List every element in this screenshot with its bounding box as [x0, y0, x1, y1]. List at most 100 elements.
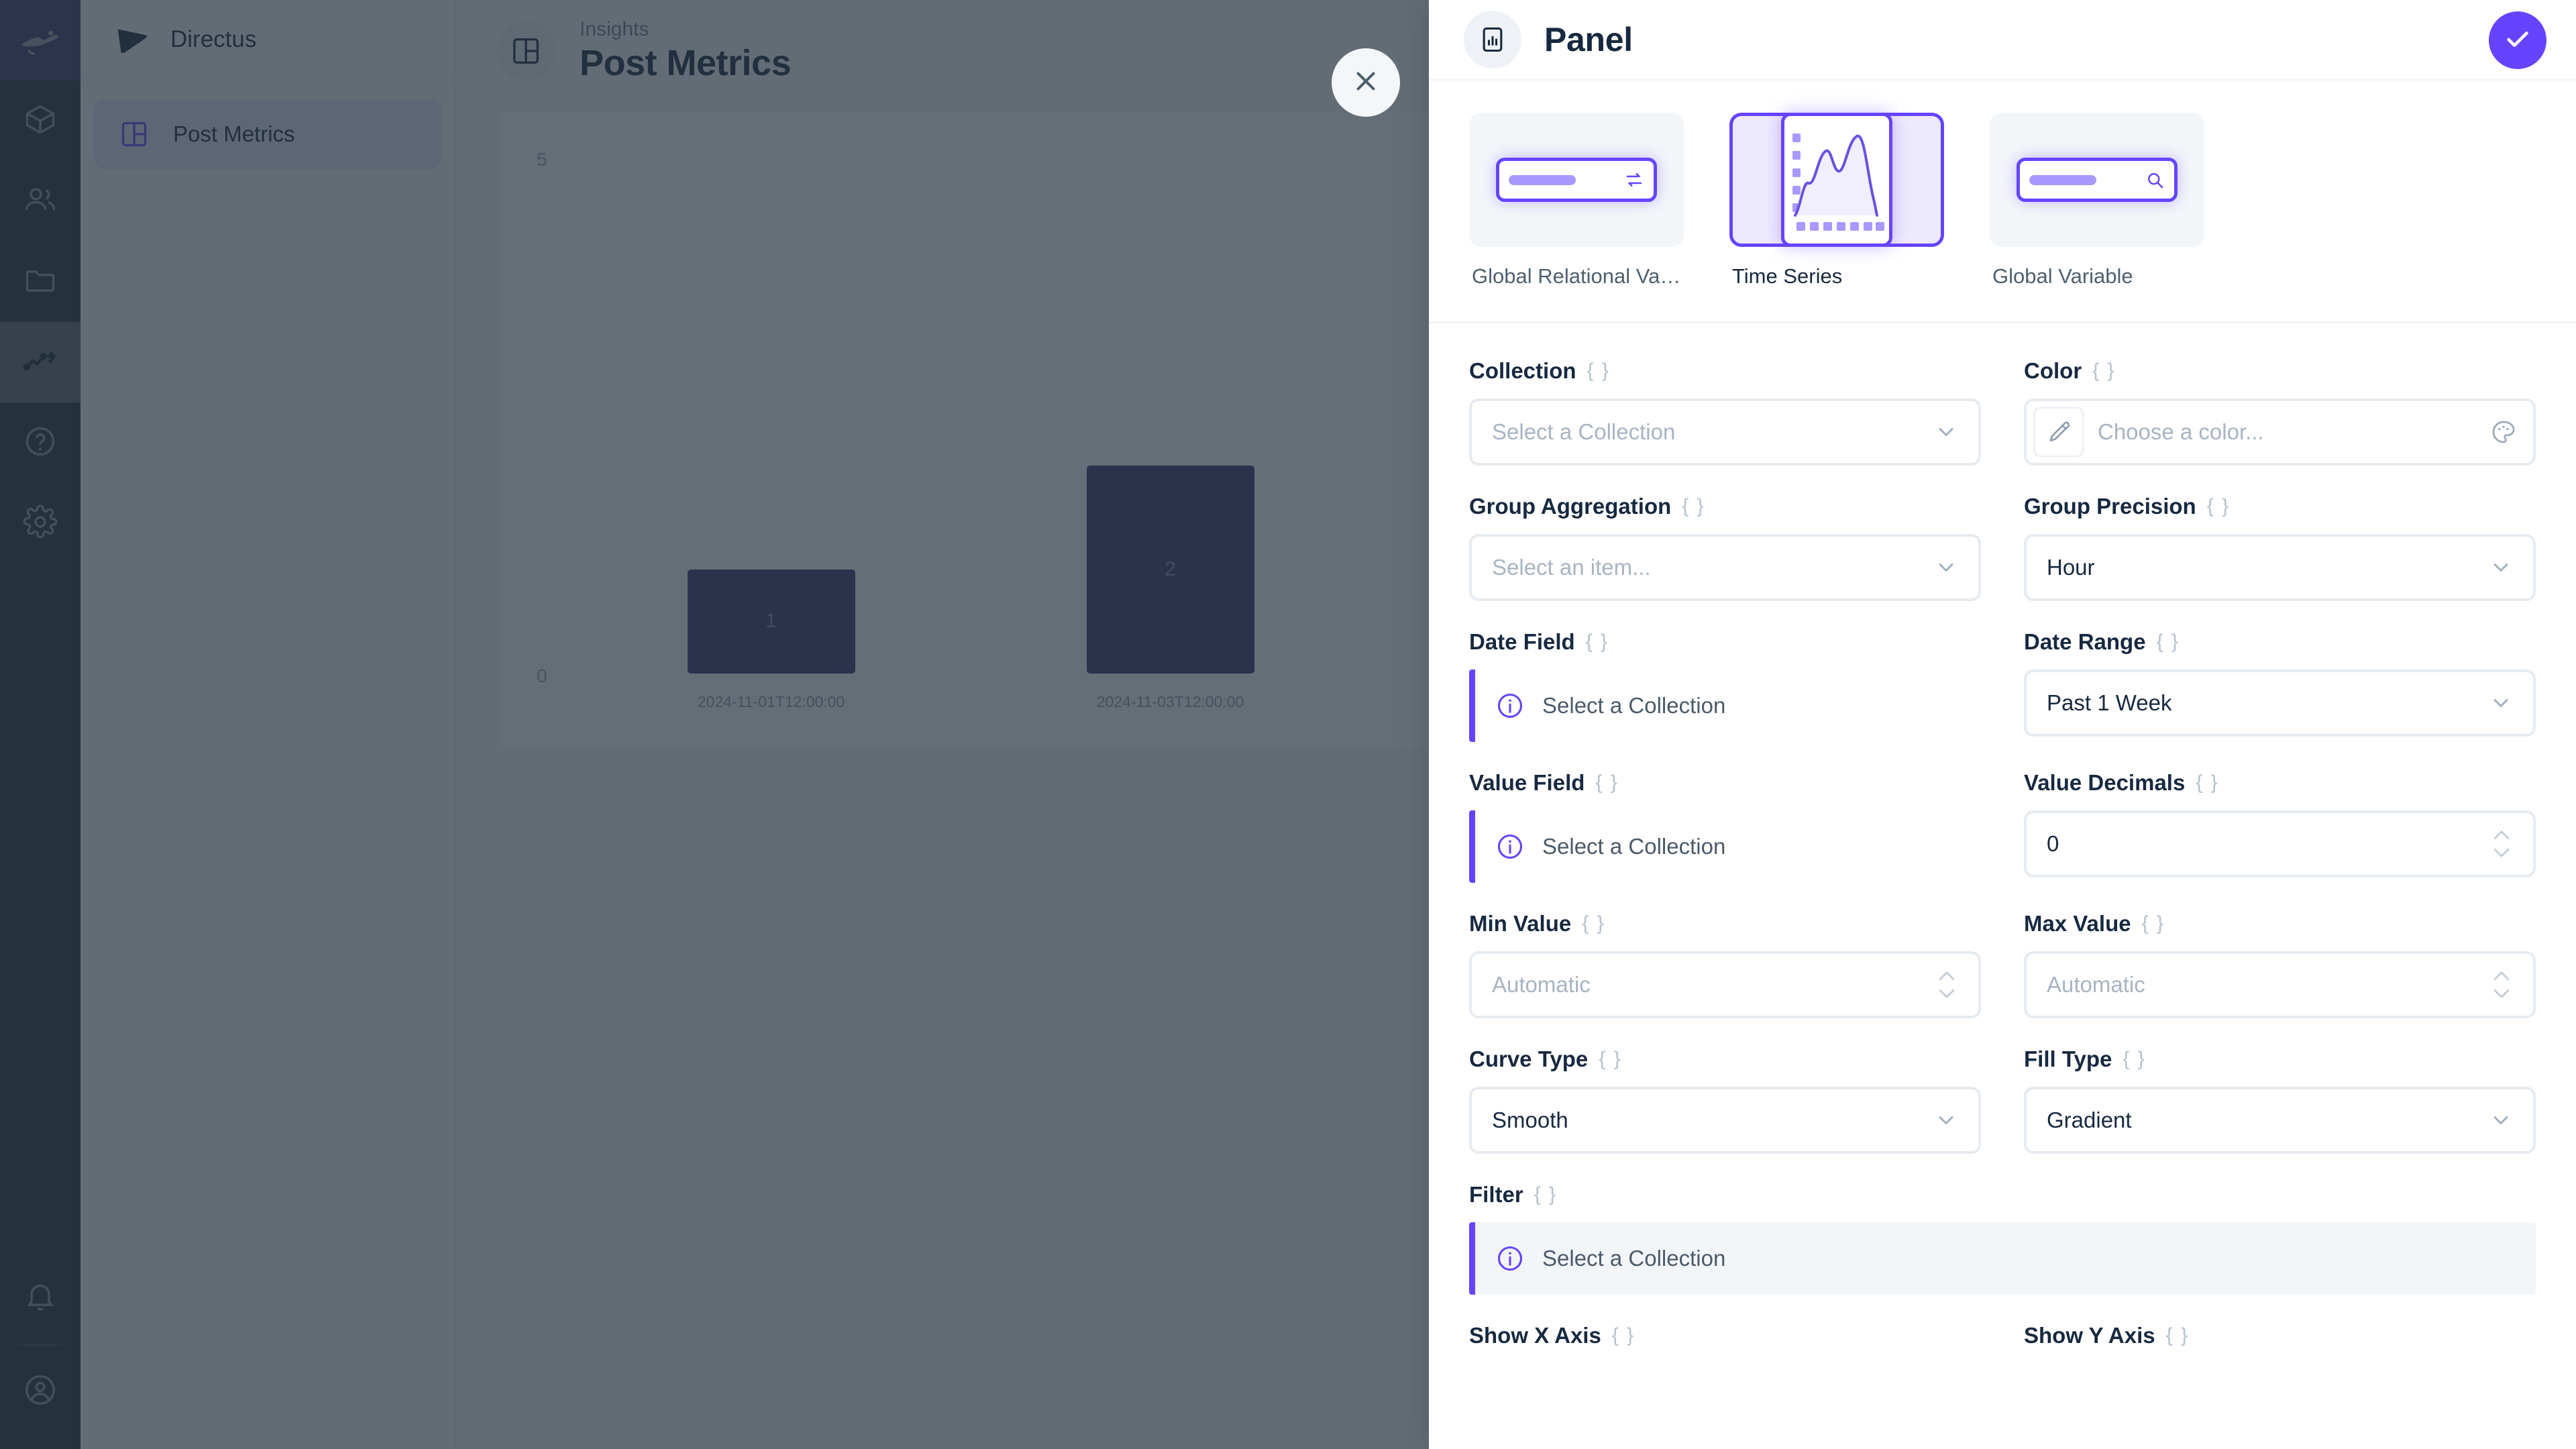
- braces-icon[interactable]: { }: [1587, 360, 1610, 382]
- people-icon: [23, 182, 58, 221]
- chevron-down-icon: [2489, 1108, 2513, 1132]
- panel-type-global-variable[interactable]: Global Variable: [1990, 113, 2204, 288]
- field-label: Color { }: [2024, 358, 2536, 384]
- value-decimals-input[interactable]: 0: [2024, 810, 2536, 877]
- stepper-down-icon[interactable]: [2490, 846, 2513, 861]
- panel-drawer: Panel G: [1429, 0, 2576, 1449]
- group-precision-value: Hour: [2047, 555, 2095, 580]
- braces-icon[interactable]: { }: [1595, 771, 1618, 794]
- close-button[interactable]: [1332, 48, 1400, 117]
- module-item-notifications[interactable]: [0, 1258, 80, 1339]
- x-axis-tick: 2024-11-03T12:00:00: [1097, 693, 1244, 711]
- field-label: Fill Type { }: [2024, 1046, 2536, 1072]
- label-text: Group Aggregation: [1469, 494, 1671, 519]
- info-circle-icon: [1495, 832, 1525, 861]
- max-value-input[interactable]: Automatic: [2024, 951, 2536, 1018]
- value-field-notice: Select a Collection: [1469, 810, 1981, 883]
- braces-icon[interactable]: { }: [1586, 631, 1609, 653]
- braces-icon[interactable]: { }: [2123, 1048, 2145, 1071]
- field-label: Group Aggregation { }: [1469, 494, 1981, 519]
- color-input[interactable]: Choose a color...: [2024, 398, 2536, 466]
- stepper-arrows-icon[interactable]: [2490, 827, 2513, 861]
- module-bar: [0, 0, 80, 1449]
- field-collection: Collection { } Select a Collection: [1469, 358, 1981, 466]
- directus-shield-icon: [118, 26, 149, 53]
- module-item-files[interactable]: [0, 241, 80, 322]
- module-item-insights[interactable]: [0, 322, 80, 402]
- braces-icon[interactable]: { }: [2142, 912, 2165, 935]
- stepper-up-icon[interactable]: [2490, 968, 2513, 983]
- braces-icon[interactable]: { }: [1612, 1324, 1635, 1347]
- project-switcher[interactable]: Directus: [80, 0, 455, 80]
- filter-notice-text: Select a Collection: [1542, 1246, 1725, 1271]
- panel-type-thumb: [1729, 113, 1944, 247]
- collection-select[interactable]: Select a Collection: [1469, 398, 1981, 466]
- stepper-down-icon[interactable]: [1935, 987, 1958, 1002]
- folder-icon: [23, 263, 58, 301]
- braces-icon[interactable]: { }: [1582, 912, 1605, 935]
- group-aggregation-select[interactable]: Select an item...: [1469, 534, 1981, 601]
- module-item-content[interactable]: [0, 80, 80, 161]
- braces-icon[interactable]: { }: [1534, 1183, 1557, 1206]
- field-label: Date Range { }: [2024, 629, 2536, 655]
- bar-value[interactable]: 2: [1087, 466, 1254, 674]
- field-label: Value Decimals { }: [2024, 770, 2536, 796]
- stepper-up-icon[interactable]: [2490, 827, 2513, 842]
- bar-value[interactable]: 1: [688, 570, 855, 674]
- module-item-settings[interactable]: [0, 483, 80, 564]
- group-precision-select[interactable]: Hour: [2024, 534, 2536, 601]
- panel-type-label: Time Series: [1729, 264, 1944, 288]
- chevron-down-icon: [1934, 555, 1958, 580]
- search-input-icon: [2017, 158, 2178, 202]
- nav-sidebar: Directus Post Metrics: [80, 0, 456, 1449]
- braces-icon[interactable]: { }: [2092, 360, 2115, 382]
- field-fill-type: Fill Type { } Gradient: [2024, 1046, 2536, 1154]
- label-text: Value Field: [1469, 770, 1585, 796]
- braces-icon[interactable]: { }: [1682, 495, 1705, 518]
- field-label-show-x-axis: Show X Axis { }: [1469, 1323, 1981, 1348]
- braces-icon[interactable]: { }: [2207, 495, 2230, 518]
- module-item-docs[interactable]: [0, 402, 80, 483]
- stepper-up-icon[interactable]: [1935, 968, 1958, 983]
- eyedropper-icon[interactable]: [2033, 407, 2084, 458]
- braces-icon[interactable]: { }: [2196, 771, 2218, 794]
- panel-type-time-series[interactable]: Time Series: [1729, 113, 1944, 288]
- module-item-account[interactable]: [0, 1351, 80, 1432]
- date-range-value: Past 1 Week: [2047, 690, 2171, 716]
- braces-icon[interactable]: { }: [1599, 1048, 1621, 1071]
- save-button[interactable]: [2489, 11, 2546, 69]
- bar-group: 2 2024-11-03T12:00:00: [1087, 153, 1254, 674]
- stepper-arrows-icon[interactable]: [2490, 968, 2513, 1002]
- date-range-select[interactable]: Past 1 Week: [2024, 669, 2536, 737]
- info-circle-icon: [1495, 691, 1525, 720]
- label-text: Color: [2024, 358, 2082, 384]
- curve-type-select[interactable]: Smooth: [1469, 1087, 1981, 1154]
- field-curve-type: Curve Type { } Smooth: [1469, 1046, 1981, 1154]
- sidebar-item-label: Post Metrics: [173, 121, 295, 147]
- stepper-down-icon[interactable]: [2490, 987, 2513, 1002]
- directus-logo[interactable]: [0, 0, 80, 80]
- fill-type-select[interactable]: Gradient: [2024, 1087, 2536, 1154]
- field-label: Filter { }: [1469, 1182, 2536, 1208]
- min-value-input[interactable]: Automatic: [1469, 951, 1981, 1018]
- info-circle-icon: [1495, 1244, 1525, 1273]
- value-decimals-value: 0: [2047, 831, 2059, 857]
- panel-type-global-relational-variable[interactable]: Global Relational Varia...: [1469, 113, 1684, 288]
- form-grid: Collection { } Select a Collection Color: [1469, 358, 2536, 1295]
- max-value-placeholder: Automatic: [2047, 972, 2145, 998]
- sidebar-item-post-metrics[interactable]: Post Metrics: [94, 99, 441, 169]
- chevron-down-icon: [2489, 691, 2513, 715]
- field-date-range: Date Range { } Past 1 Week: [2024, 629, 2536, 742]
- module-item-users[interactable]: [0, 161, 80, 241]
- label-text: Group Precision: [2024, 494, 2196, 519]
- palette-icon[interactable]: [2490, 419, 2517, 445]
- curve-type-value: Smooth: [1492, 1108, 1568, 1133]
- field-color: Color { } Choose a color...: [2024, 358, 2536, 466]
- braces-icon[interactable]: { }: [2166, 1324, 2189, 1347]
- panel-chart-icon: [1464, 11, 1521, 68]
- braces-icon[interactable]: { }: [2157, 631, 2180, 653]
- stepper-arrows-icon[interactable]: [1935, 968, 1958, 1002]
- field-filter: Filter { } Select a Collection: [1469, 1182, 2536, 1295]
- bar-group: 1 2024-11-01T12:00:00: [688, 153, 855, 674]
- box-icon: [23, 102, 58, 140]
